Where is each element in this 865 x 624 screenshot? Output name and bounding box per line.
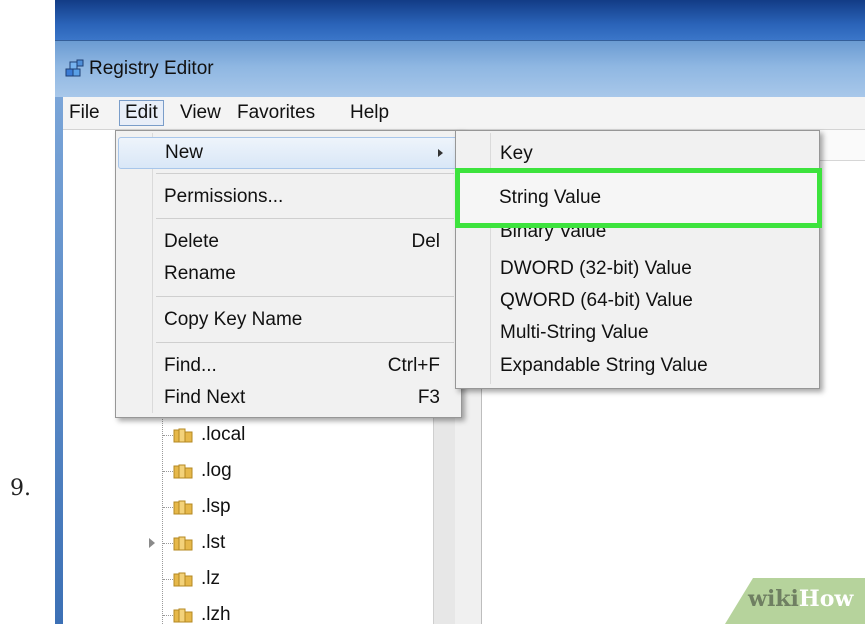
watermark-wiki: wiki: [748, 586, 799, 612]
menu-separator: [156, 342, 454, 343]
menu-item-label: New: [165, 142, 204, 163]
menu-item-delete[interactable]: Delete Del: [118, 227, 456, 257]
menu-item-rename[interactable]: Rename: [118, 259, 456, 289]
menu-file[interactable]: File: [64, 101, 105, 125]
menu-item-copy-key-name[interactable]: Copy Key Name: [118, 305, 456, 335]
window-title: Registry Editor: [89, 58, 214, 79]
wikihow-watermark: wikiHow: [748, 586, 853, 612]
title-bar[interactable]: Registry Editor: [55, 40, 865, 98]
menu-favorites[interactable]: Favorites: [232, 101, 320, 125]
menu-help[interactable]: Help: [345, 101, 394, 125]
menu-item-label: Rename: [164, 263, 236, 284]
menu-separator: [156, 296, 454, 297]
submenu-arrow-icon: [438, 149, 443, 157]
folder-icon: [173, 428, 193, 443]
submenu-item-dword-value[interactable]: DWORD (32-bit) Value: [500, 254, 692, 284]
submenu-item-qword-value[interactable]: QWORD (64-bit) Value: [500, 286, 693, 316]
menu-item-label: Find...: [164, 355, 217, 376]
registry-editor-icon: [65, 59, 84, 77]
menu-edit[interactable]: Edit: [119, 100, 164, 126]
folder-icon: [173, 464, 193, 479]
shortcut-label: Ctrl+F: [387, 355, 440, 376]
tree-item-label: .lzh: [201, 604, 231, 624]
tree-item-label: .lst: [201, 532, 226, 553]
menu-item-label: Delete: [164, 231, 219, 252]
shortcut-label: Del: [411, 231, 440, 252]
expand-arrow-icon[interactable]: [149, 538, 155, 548]
edit-menu-dropdown: New Permissions... Delete Del Rename Cop…: [115, 130, 462, 418]
menu-item-find-next[interactable]: Find Next F3: [118, 383, 456, 413]
menu-item-label: Find Next: [164, 387, 246, 408]
tree-item-label: .lz: [201, 568, 220, 589]
folder-icon: [173, 536, 193, 551]
menu-separator: [156, 218, 454, 219]
menu-separator: [156, 173, 454, 174]
menu-item-label: Copy Key Name: [164, 309, 303, 330]
menu-item-new[interactable]: New: [118, 137, 458, 169]
tree-item-label: .local: [201, 424, 246, 445]
watermark-how: How: [798, 586, 854, 612]
menu-view[interactable]: View: [175, 101, 226, 125]
window-frame: [55, 97, 63, 624]
folder-icon: [173, 500, 193, 515]
menu-bar: File Edit View Favorites Help: [63, 97, 865, 130]
submenu-item-key[interactable]: Key: [500, 139, 533, 169]
tree-item-label: .lsp: [201, 496, 231, 517]
submenu-item-multi-string-value[interactable]: Multi-String Value: [500, 318, 649, 348]
screenshot: Registry Editor File Edit View Favorites…: [55, 0, 865, 624]
green-highlight-box: [455, 168, 822, 228]
submenu-item-expandable-string-value[interactable]: Expandable String Value: [500, 351, 708, 381]
tree-connector: [162, 416, 163, 624]
menu-item-label: Permissions...: [164, 186, 284, 207]
menu-item-find[interactable]: Find... Ctrl+F: [118, 351, 456, 381]
desktop-background: [55, 0, 865, 40]
folder-icon: [173, 572, 193, 587]
step-number: 9.: [10, 476, 31, 501]
folder-icon: [173, 608, 193, 623]
tree-item-label: .log: [201, 460, 232, 481]
menu-item-permissions[interactable]: Permissions...: [118, 182, 456, 212]
shortcut-label: F3: [417, 387, 440, 408]
